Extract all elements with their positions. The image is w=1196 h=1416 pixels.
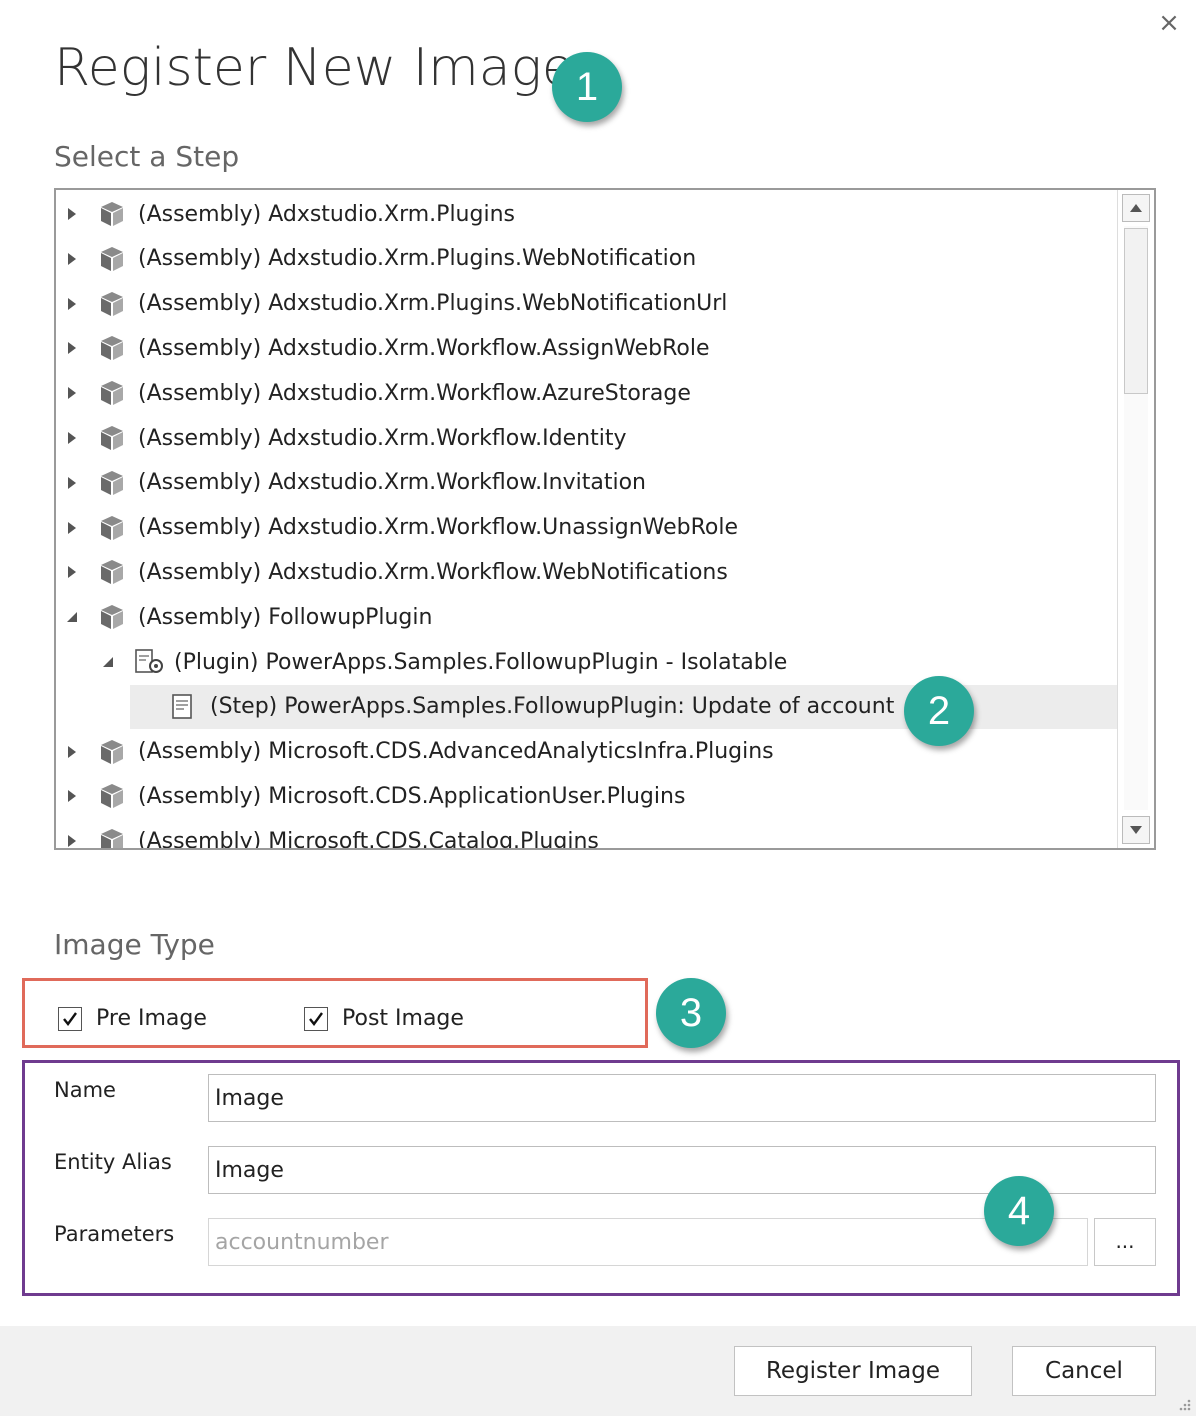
callout-badge-4: 4 [984, 1176, 1054, 1246]
tree-row-assembly[interactable]: (Assembly) Adxstudio.Xrm.Plugins.WebNoti… [56, 282, 1120, 326]
collapsed-arrow-icon[interactable] [64, 788, 80, 804]
tree-row-label: (Assembly) Microsoft.CDS.ApplicationUser… [138, 783, 686, 809]
assembly-icon [98, 334, 126, 362]
collapsed-arrow-icon[interactable] [64, 251, 80, 267]
vertical-scrollbar[interactable] [1117, 190, 1154, 848]
tree-row-plugin[interactable]: (Plugin) PowerApps.Samples.FollowupPlugi… [56, 640, 1120, 684]
post-image-label: Post Image [342, 1006, 464, 1031]
tree-row-assembly[interactable]: (Assembly) FollowupPlugin [56, 595, 1120, 639]
scrollbar-thumb[interactable] [1124, 228, 1148, 394]
image-type-label: Image Type [54, 928, 215, 961]
parameters-browse-button[interactable]: ... [1094, 1218, 1156, 1266]
collapsed-arrow-icon[interactable] [64, 206, 80, 222]
collapsed-arrow-icon[interactable] [64, 340, 80, 356]
callout-badge-3: 3 [656, 978, 726, 1048]
collapsed-arrow-icon[interactable] [64, 564, 80, 580]
tree-row-label: (Assembly) Adxstudio.Xrm.Workflow.Assign… [138, 335, 710, 361]
assembly-icon [98, 514, 126, 542]
resize-grip-icon[interactable] [1176, 1396, 1192, 1412]
collapsed-arrow-icon[interactable] [64, 296, 80, 312]
collapsed-arrow-icon[interactable] [64, 385, 80, 401]
expanded-arrow-icon[interactable] [64, 609, 80, 625]
parameters-input[interactable] [208, 1218, 1088, 1266]
scroll-up-icon[interactable] [1122, 194, 1150, 222]
assembly-icon [98, 738, 126, 766]
post-image-checkbox[interactable]: Post Image [304, 1006, 464, 1031]
tree-row-label: (Assembly) Adxstudio.Xrm.Workflow.Identi… [138, 425, 627, 451]
callout-badge-1: 1 [552, 52, 622, 122]
step-tree[interactable]: (Assembly) Adxstudio.Xrm.Plugins (Assembl… [54, 188, 1156, 850]
tree-row-assembly[interactable]: (Assembly) Adxstudio.Xrm.Plugins [56, 192, 1120, 236]
tree-row-assembly[interactable]: (Assembly) Adxstudio.Xrm.Workflow.Identi… [56, 416, 1120, 460]
scroll-down-icon[interactable] [1122, 816, 1150, 844]
pre-image-check-icon[interactable] [58, 1006, 82, 1031]
tree-row-label: (Step) PowerApps.Samples.FollowupPlugin:… [210, 694, 895, 720]
register-image-dialog: × Register New Image 1 Select a Step (As… [0, 0, 1196, 1416]
assembly-icon [98, 827, 126, 848]
parameters-label: Parameters [54, 1222, 175, 1246]
tree-row-assembly[interactable]: (Assembly) Adxstudio.Xrm.Workflow.Assign… [56, 326, 1120, 370]
tree-row-label: (Assembly) Adxstudio.Xrm.Plugins.WebNoti… [138, 246, 697, 272]
pre-image-label: Pre Image [96, 1006, 207, 1031]
tree-row-label: (Plugin) PowerApps.Samples.FollowupPlugi… [174, 649, 788, 675]
dialog-title: Register New Image [54, 38, 574, 98]
tree-row-label: (Assembly) Adxstudio.Xrm.Workflow.Unassi… [138, 515, 739, 541]
assembly-icon [98, 200, 126, 228]
tree-row-assembly[interactable]: (Assembly) Adxstudio.Xrm.Workflow.Invita… [56, 461, 1120, 505]
plugin-icon [134, 648, 163, 676]
assembly-icon [98, 782, 126, 810]
cancel-button[interactable]: Cancel [1012, 1346, 1156, 1396]
tree-row-assembly[interactable]: (Assembly) Adxstudio.Xrm.Workflow.AzureS… [56, 371, 1120, 415]
tree-row-assembly[interactable]: (Assembly) Adxstudio.Xrm.Plugins.WebNoti… [56, 237, 1120, 281]
tree-row-label: (Assembly) Microsoft.CDS.Catalog.Plugins [138, 828, 599, 850]
collapsed-arrow-icon[interactable] [64, 520, 80, 536]
name-input[interactable] [208, 1074, 1156, 1122]
tree-row-label: (Assembly) Adxstudio.Xrm.Workflow.AzureS… [138, 380, 691, 406]
tree-row-label: (Assembly) Adxstudio.Xrm.Plugins [138, 201, 515, 227]
expanded-arrow-icon[interactable] [100, 654, 116, 670]
assembly-icon [98, 469, 126, 497]
callout-badge-2: 2 [904, 676, 974, 746]
dialog-footer: Register Image Cancel [0, 1326, 1196, 1416]
tree-row-label: (Assembly) Adxstudio.Xrm.Workflow.Invita… [138, 470, 646, 496]
step-icon [170, 693, 198, 721]
assembly-icon [98, 558, 126, 586]
close-icon[interactable]: × [1154, 8, 1184, 38]
tree-row-label: (Assembly) Adxstudio.Xrm.Workflow.WebNot… [138, 559, 728, 585]
entity-alias-label: Entity Alias [54, 1150, 172, 1174]
tree-row-assembly[interactable]: (Assembly) Adxstudio.Xrm.Workflow.Unassi… [56, 506, 1120, 550]
collapsed-arrow-icon[interactable] [64, 475, 80, 491]
assembly-icon [98, 603, 126, 631]
tree-row-label: (Assembly) Adxstudio.Xrm.Plugins.WebNoti… [138, 291, 728, 317]
tree-row-assembly[interactable]: (Assembly) Microsoft.CDS.ApplicationUser… [56, 774, 1120, 818]
tree-row-assembly[interactable]: (Assembly) Microsoft.CDS.Catalog.Plugins [56, 819, 1120, 850]
tree-row-assembly[interactable]: (Assembly) Adxstudio.Xrm.Workflow.WebNot… [56, 550, 1120, 594]
collapsed-arrow-icon[interactable] [64, 430, 80, 446]
assembly-icon [98, 290, 126, 318]
name-label: Name [54, 1078, 116, 1102]
tree-row-label: (Assembly) FollowupPlugin [138, 604, 433, 630]
collapsed-arrow-icon[interactable] [64, 833, 80, 848]
assembly-icon [98, 245, 126, 273]
pre-image-checkbox[interactable]: Pre Image [58, 1006, 207, 1031]
assembly-icon [98, 424, 126, 452]
assembly-icon [98, 379, 126, 407]
select-step-label: Select a Step [54, 140, 240, 173]
post-image-check-icon[interactable] [304, 1006, 328, 1031]
register-image-button[interactable]: Register Image [734, 1346, 972, 1396]
collapsed-arrow-icon[interactable] [64, 744, 80, 760]
tree-row-label: (Assembly) Microsoft.CDS.AdvancedAnalyti… [138, 739, 774, 765]
